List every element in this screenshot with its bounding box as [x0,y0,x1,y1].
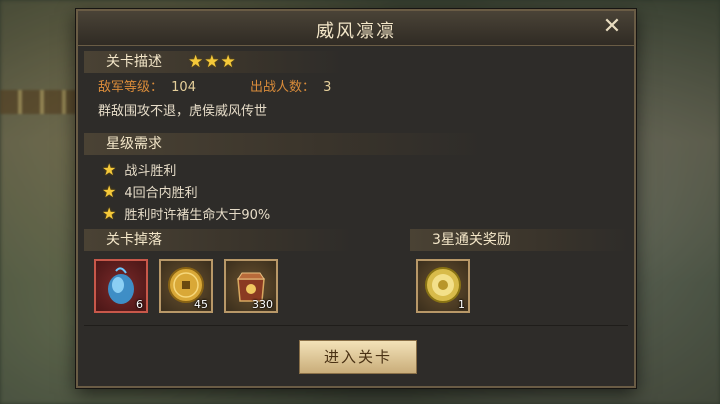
reward-item-medal[interactable]: 1 [416,259,470,313]
level-stars-icon: ★★★ [188,52,237,72]
enemy-level-value: 104 [171,80,196,95]
requirement-text: 胜利时许褚生命大于90% [124,208,271,223]
drop-count: 330 [252,298,273,311]
enemy-level-label: 敌军等级： [98,80,164,95]
star-icon: ★ [102,182,117,201]
dialog-titlebar: 威风凛凛 ✕ [78,11,634,46]
dialog-title: 威风凛凛 [316,21,396,42]
star-requirements-header: 星级需求 [84,133,484,155]
reward-count: 1 [458,298,465,311]
drop-item-bag[interactable]: 330 [224,259,278,313]
level-desc-header: 关卡描述 ★★★ [84,51,344,73]
reward-header: 3星通关奖励 [410,229,630,251]
star-icon: ★ [102,204,117,223]
requirement-text: 战斗胜利 [124,164,177,179]
troop-count-value: 3 [323,80,332,95]
drop-count: 6 [136,298,143,311]
enemy-level-row: 敌军等级： 104 [98,76,196,95]
troop-count-row: 出战人数： 3 [250,76,331,95]
requirement-item: ★ 战斗胜利 [102,160,176,180]
star-requirements-title: 星级需求 [106,136,162,152]
close-icon: ✕ [602,14,622,39]
level-dialog: 威风凛凛 ✕ 关卡描述 ★★★ 敌军等级： 104 出战人数： 3 群敌围攻不退… [76,9,636,388]
troop-count-label: 出战人数： [250,80,316,95]
requirement-item: ★ 4回合内胜利 [102,182,198,202]
star-icon: ★ [102,160,117,179]
requirement-item: ★ 胜利时许褚生命大于90% [102,204,270,224]
footer-divider [84,325,628,326]
drops-header: 关卡掉落 [84,229,354,251]
requirement-text: 4回合内胜利 [124,186,198,201]
drops-title: 关卡掉落 [106,232,162,248]
level-description: 群敌围攻不退，虎侯威风传世 [98,104,268,119]
close-button[interactable]: ✕ [600,16,624,40]
drop-item-coin[interactable]: 45 [159,259,213,313]
drop-item-gem[interactable]: 6 [94,259,148,313]
drop-count: 45 [194,298,208,311]
enter-level-button[interactable]: 进入关卡 [299,340,417,374]
level-desc-title: 关卡描述 [106,54,162,70]
reward-title: 3星通关奖励 [432,232,511,248]
